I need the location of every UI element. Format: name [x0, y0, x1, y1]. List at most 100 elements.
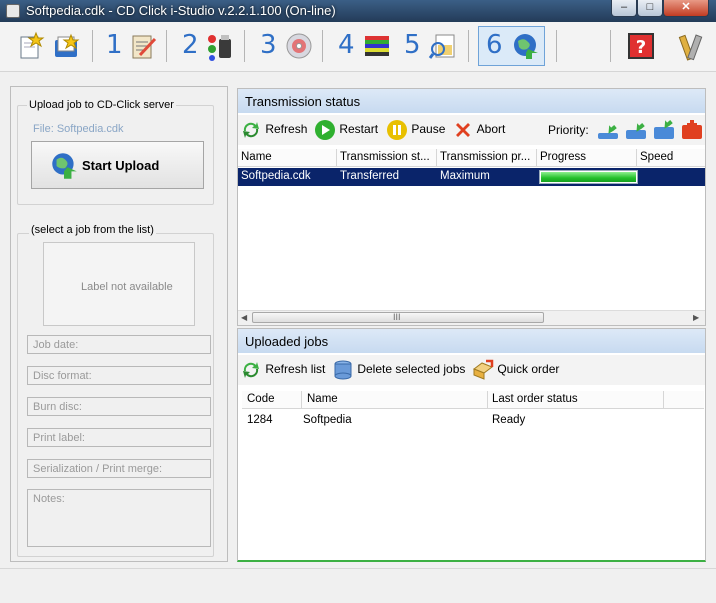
svg-text:?: ?: [636, 37, 646, 58]
disc-stack-icon[interactable]: [362, 31, 392, 61]
row-last-order-status: Ready: [492, 414, 526, 426]
help-icon[interactable]: ?: [626, 31, 656, 61]
toolbar-separator: [244, 30, 245, 62]
step-2-label[interactable]: 2: [182, 30, 199, 60]
column-progress[interactable]: Progress: [540, 151, 634, 163]
column-name[interactable]: Name: [241, 151, 333, 163]
step-3-label[interactable]: 3: [260, 30, 277, 60]
job-details-legend: (select a job from the list): [29, 224, 156, 236]
disc-format-field: Disc format:: [27, 366, 211, 385]
minimize-button[interactable]: –: [611, 0, 637, 17]
step-5-label[interactable]: 5: [404, 30, 421, 60]
column-code[interactable]: Code: [247, 393, 297, 405]
title-bar[interactable]: Softpedia.cdk - CD Click i-Studio v.2.2.…: [0, 0, 716, 22]
abort-label: Abort: [476, 122, 506, 137]
scrollbar-thumb[interactable]: III: [252, 312, 544, 323]
refresh-list-label: Refresh list: [265, 362, 326, 377]
scroll-right-arrow[interactable]: ▶: [693, 313, 699, 322]
uploaded-jobs-panel: Uploaded jobs Refresh list Delete select…: [237, 328, 706, 562]
priority-low-icon[interactable]: [624, 119, 648, 141]
left-panel: Upload job to CD-Click server File: Soft…: [10, 86, 228, 562]
progress-fill: [541, 172, 636, 182]
paint-palette-icon[interactable]: [204, 31, 234, 61]
column-separator[interactable]: [663, 391, 664, 409]
job-date-field: Job date:: [27, 335, 211, 354]
open-project-icon[interactable]: [52, 31, 82, 61]
quick-order-icon: [472, 359, 494, 380]
pause-icon: [387, 120, 407, 140]
quick-order-label: Quick order: [497, 362, 560, 377]
step-4-label[interactable]: 4: [338, 30, 355, 60]
column-job-name[interactable]: Name: [307, 393, 477, 405]
delete-selected-label: Delete selected jobs: [357, 362, 466, 377]
row-priority: Maximum: [440, 170, 490, 182]
tools-icon[interactable]: [676, 31, 706, 61]
new-project-icon[interactable]: [16, 31, 46, 61]
status-bar: [0, 568, 716, 603]
restart-label: Restart: [339, 122, 379, 137]
label-preview: Label not available: [43, 242, 195, 326]
toolbar-separator: [468, 30, 469, 62]
main-toolbar: 1 2 3 4 5 6 ?: [0, 22, 716, 72]
row-job-name: Softpedia: [303, 414, 352, 426]
upload-legend: Upload job to CD-Click server: [27, 99, 176, 111]
column-separator[interactable]: [301, 391, 302, 409]
upload-globe-icon[interactable]: [510, 31, 540, 61]
table-row[interactable]: Softpedia.cdk Transferred Maximum: [238, 168, 705, 186]
restart-button[interactable]: Restart: [314, 119, 378, 141]
scroll-left-arrow[interactable]: ◀: [241, 313, 247, 322]
column-separator[interactable]: [636, 149, 637, 167]
window-title: Softpedia.cdk - CD Click i-Studio v.2.2.…: [26, 3, 336, 18]
database-delete-icon: [334, 360, 352, 380]
progress-bar: [539, 170, 638, 184]
abort-icon: [456, 123, 470, 137]
maximize-button[interactable]: □: [637, 0, 663, 17]
uploaded-toolbar: Refresh list Delete selected jobs Quick …: [238, 355, 705, 385]
close-button[interactable]: ✕: [663, 0, 709, 17]
transmission-header: Transmission status: [238, 89, 705, 113]
serialization-field: Serialization / Print merge:: [27, 459, 211, 478]
refresh-icon: [243, 122, 259, 138]
notes-field: Notes:: [27, 489, 211, 547]
priority-lowest-icon[interactable]: [596, 119, 620, 141]
pause-button[interactable]: Pause: [386, 119, 445, 141]
refresh-button[interactable]: Refresh: [240, 119, 307, 141]
step-1-label[interactable]: 1: [106, 30, 123, 60]
priority-maximum-icon[interactable]: [680, 119, 704, 141]
start-upload-button[interactable]: Start Upload: [31, 141, 204, 189]
row-status: Transferred: [340, 170, 400, 182]
row-code: 1284: [247, 414, 273, 426]
print-label-field: Print label:: [27, 428, 211, 447]
column-separator[interactable]: [487, 391, 488, 409]
table-row[interactable]: 1284 Softpedia Ready: [242, 411, 704, 431]
pause-label: Pause: [411, 122, 446, 137]
column-separator[interactable]: [536, 149, 537, 167]
start-upload-label: Start Upload: [82, 158, 160, 173]
priority-label: Priority:: [548, 123, 589, 137]
delete-selected-button[interactable]: Delete selected jobs: [332, 359, 465, 381]
toolbar-separator: [166, 30, 167, 62]
column-speed[interactable]: Speed: [640, 151, 700, 163]
job-edit-icon[interactable]: [128, 31, 158, 61]
column-transmission-status[interactable]: Transmission st...: [340, 151, 434, 163]
transmission-panel: Transmission status Refresh Restart Paus…: [237, 88, 706, 326]
refresh-list-button[interactable]: Refresh list: [240, 359, 325, 381]
column-separator[interactable]: [436, 149, 437, 167]
abort-button[interactable]: Abort: [452, 119, 505, 141]
burn-disc-field: Burn disc:: [27, 397, 211, 416]
toolbar-separator: [322, 30, 323, 62]
quick-order-button[interactable]: Quick order: [472, 359, 559, 381]
uploaded-jobs-header: Uploaded jobs: [238, 329, 705, 353]
print-preview-icon[interactable]: [428, 31, 458, 61]
column-transmission-priority[interactable]: Transmission pr...: [440, 151, 534, 163]
step-6-label[interactable]: 6: [486, 30, 503, 60]
upload-globe-icon: [52, 153, 77, 179]
toolbar-separator: [610, 30, 611, 62]
column-last-order-status[interactable]: Last order status: [492, 393, 662, 405]
row-name: Softpedia.cdk: [241, 170, 311, 182]
priority-high-icon[interactable]: [652, 119, 676, 141]
disc-burn-icon[interactable]: [284, 31, 314, 61]
uploaded-column-header: Code Name Last order status: [242, 391, 704, 409]
horizontal-scrollbar[interactable]: ◀ III ▶: [238, 310, 705, 325]
column-separator[interactable]: [336, 149, 337, 167]
